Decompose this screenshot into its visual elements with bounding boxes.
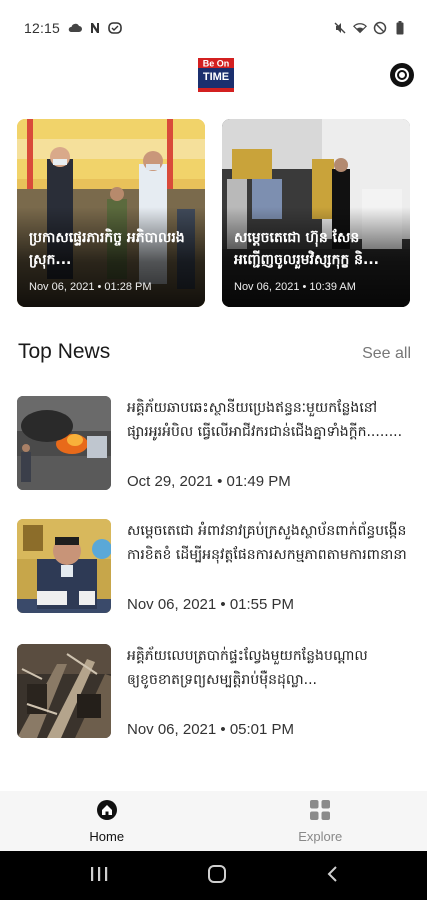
featured-timestamp: Nov 06, 2021 • 10:39 AM	[234, 281, 356, 293]
svg-text:Be On: Be On	[203, 59, 230, 69]
news-time: 01:49 PM	[226, 473, 291, 490]
nav-explore-label: Explore	[298, 828, 343, 844]
settings-icon[interactable]	[390, 63, 414, 87]
featured-card[interactable]: សម្តេចតេជោ ហ៊ុន សែន អញ្ជើញចូលរួមវិស្សកុក…	[222, 119, 410, 307]
status-time: 12:15	[24, 20, 61, 36]
news-date: Oct 29, 2021	[127, 473, 213, 490]
news-thumbnail	[17, 396, 111, 490]
nav-home-label: Home	[89, 828, 125, 844]
home-icon	[96, 799, 118, 825]
news-title: អគ្គិភ័យលេបត្របាក់ផ្ទះល្វែងមួយកន្លែងបណ្ត…	[127, 648, 368, 688]
top-news-header: Top News See all	[18, 340, 411, 364]
dnd-icon	[373, 21, 387, 35]
news-timestamp: Nov 06, 2021 • 05:01 PM	[127, 721, 295, 738]
featured-carousel[interactable]: ប្រកាសផ្ទេរភារកិច្ច អភិបាលរងស្រុក... Nov…	[17, 119, 411, 307]
news-thumbnail	[17, 519, 111, 613]
news-timestamp: Oct 29, 2021 • 01:49 PM	[127, 473, 291, 490]
news-time: 05:01 PM	[229, 721, 295, 738]
svg-text:TIME: TIME	[203, 71, 229, 83]
see-all-link[interactable]: See all	[362, 345, 411, 363]
news-title: អគ្គិភ័យឆាបឆេះស្ថានីយប្រេងឥន្ធនៈមួយកន្លែ…	[127, 400, 403, 440]
back-icon[interactable]	[326, 865, 338, 887]
news-date: Nov 06, 2021	[127, 596, 217, 613]
status-bar: 12:15	[0, 0, 427, 56]
system-navigation-bar	[0, 851, 427, 900]
nav-home[interactable]: Home	[0, 791, 214, 851]
featured-title: សម្តេចតេជោ ហ៊ុន សែន អញ្ជើញចូលរួមវិស្សកុក…	[234, 230, 379, 268]
news-timestamp: Nov 06, 2021 • 01:55 PM	[127, 596, 295, 613]
status-right-icons	[333, 21, 407, 35]
featured-time: 10:39 AM	[309, 281, 356, 293]
recents-icon[interactable]	[90, 866, 108, 886]
beontime-logo[interactable]: Be On TIME	[197, 56, 235, 94]
status-left-icons	[68, 21, 122, 35]
mute-icon	[333, 21, 347, 35]
n-icon	[88, 21, 102, 35]
section-title: Top News	[18, 340, 111, 363]
news-title: សម្តេចតេជោ អំពាវនាវគ្រប់ក្រសួងស្ថាប័នពាក…	[127, 523, 407, 563]
list-item[interactable]: អគ្គិភ័យឆាបឆេះស្ថានីយប្រេងឥន្ធនៈមួយកន្លែ…	[17, 396, 411, 490]
battery-icon	[393, 21, 407, 35]
featured-title: ប្រកាសផ្ទេរភារកិច្ច អភិបាលរងស្រុក...	[29, 230, 185, 268]
news-thumbnail	[17, 644, 111, 738]
wifi-icon	[353, 21, 367, 35]
explore-icon	[309, 799, 331, 825]
nav-explore[interactable]: Explore	[214, 791, 427, 851]
featured-date: Nov 06, 2021	[234, 281, 300, 293]
shield-icon	[108, 21, 122, 35]
cloud-icon	[68, 21, 83, 35]
app-header: Be On TIME	[0, 56, 427, 96]
featured-date: Nov 06, 2021	[29, 281, 95, 293]
featured-timestamp: Nov 06, 2021 • 01:28 PM	[29, 281, 152, 293]
featured-card[interactable]: ប្រកាសផ្ទេរភារកិច្ច អភិបាលរងស្រុក... Nov…	[17, 119, 205, 307]
list-item[interactable]: សម្តេចតេជោ អំពាវនាវគ្រប់ក្រសួងស្ថាប័នពាក…	[17, 519, 411, 613]
news-time: 01:55 PM	[229, 596, 295, 613]
news-date: Nov 06, 2021	[127, 721, 217, 738]
list-item[interactable]: អគ្គិភ័យលេបត្របាក់ផ្ទះល្វែងមួយកន្លែងបណ្ត…	[17, 644, 411, 738]
featured-time: 01:28 PM	[104, 281, 152, 293]
home-button-icon[interactable]	[207, 864, 227, 888]
bottom-navigation: Home Explore	[0, 791, 427, 851]
